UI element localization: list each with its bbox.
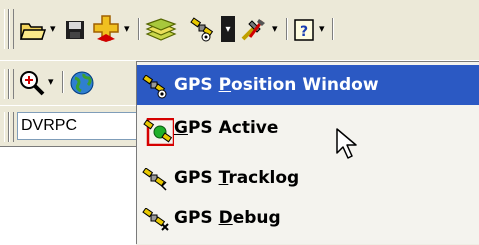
toolbar-separator (62, 71, 64, 93)
globe-icon[interactable] (68, 69, 96, 97)
menu-item-label: GPS Active (174, 118, 279, 138)
menu-item-label: GPS Tracklog (174, 168, 300, 188)
gps-position-icon (142, 74, 174, 99)
menu-item-gps-position-window[interactable]: GPS Position Window (137, 65, 479, 105)
svg-text:?: ? (300, 24, 308, 40)
toolbar-grip[interactable] (9, 112, 14, 142)
toolbar-grip[interactable] (9, 69, 14, 99)
chevron-down-icon[interactable]: ▾ (50, 22, 56, 35)
gps-menu: GPS Position Window GPS Active GPS Track… (136, 61, 479, 244)
menu-item-gps-active[interactable]: GPS Active (137, 108, 479, 148)
dropdown-arrow-icon[interactable]: ▾ (221, 16, 235, 42)
toolbar-separator (332, 18, 334, 40)
toolbar-separator (138, 18, 140, 40)
add-layer-icon[interactable] (92, 14, 120, 44)
gps-debug-icon (142, 207, 174, 232)
layer-combo[interactable]: DVRPC (17, 112, 147, 140)
menu-item-label: GPS Position Window (174, 75, 379, 95)
gps-icon[interactable] (188, 16, 218, 44)
chevron-down-icon[interactable]: ▾ (124, 22, 130, 35)
tools-icon[interactable] (239, 16, 269, 44)
chevron-down-icon[interactable]: ▾ (48, 75, 54, 88)
menu-item-gps-debug[interactable]: GPS Debug (137, 198, 479, 238)
help-icon[interactable]: ? (292, 17, 316, 43)
zoom-in-icon[interactable] (17, 68, 47, 98)
mouse-cursor-icon (336, 128, 360, 162)
gps-active-check-icon (142, 117, 176, 147)
toolbar-separator (286, 18, 288, 40)
menu-item-label: GPS Debug (174, 208, 281, 228)
toolbar-row-1: ▾ ▾ ▾ ▾ ? ▾ (0, 0, 479, 61)
map-panel[interactable] (0, 146, 136, 245)
layers-icon[interactable] (144, 16, 178, 44)
open-folder-icon[interactable] (19, 16, 47, 44)
toolbar-grip[interactable] (9, 9, 14, 49)
chevron-down-icon[interactable]: ▾ (272, 22, 278, 35)
gps-tracklog-icon (142, 167, 174, 192)
menu-item-gps-tracklog[interactable]: GPS Tracklog (137, 158, 479, 198)
layer-combo-value: DVRPC (21, 117, 78, 134)
chevron-down-icon[interactable]: ▾ (319, 22, 325, 35)
save-disk-icon[interactable] (64, 18, 86, 42)
